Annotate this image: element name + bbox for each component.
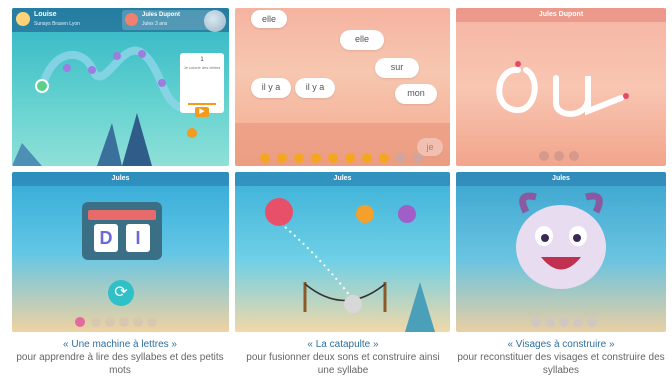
progress-flowers [235, 123, 450, 166]
play-button[interactable]: ▶ [195, 107, 209, 117]
tracing-area[interactable] [456, 8, 666, 166]
lesson-number: 1 [200, 57, 204, 63]
progress-bar [188, 103, 216, 105]
lesson-text: Je colorie des lettres [183, 65, 221, 70]
monster-face[interactable] [456, 172, 666, 332]
screenshot-catapult: Jules [235, 172, 450, 332]
screenshot-tracing: Jules Dupont ou [456, 8, 666, 166]
caption-title: « La catapulte » [307, 339, 379, 350]
caption-body: pour reconstituer des visages et constru… [457, 352, 665, 376]
caption-letter-machine: « Une machine à lettres » pour apprendre… [15, 338, 225, 377]
caption-catapult: « La catapulte » pour fusionner deux son… [238, 338, 448, 377]
progress-dots [75, 317, 157, 327]
screenshot-faces: Jules [456, 172, 666, 332]
caption-title: « Une machine à lettres » [63, 339, 177, 350]
caption-body: pour fusionner deux sons et construire a… [246, 352, 440, 376]
catapult-scene[interactable] [235, 172, 450, 332]
caption-title: « Visages à construire » [507, 339, 615, 350]
caption-body: pour apprendre à lire des syllabes et de… [16, 352, 224, 376]
caption-faces: « Visages à construire » pour reconstitu… [456, 338, 666, 377]
screenshot-clouds: elle elle sur il y a il y a mon je [235, 8, 450, 166]
screenshot-letter-machine: Jules D I ⟳ [12, 172, 229, 332]
screenshot-map: Louise Sunays Brasen Lyon Jules Dupont J… [12, 8, 229, 166]
lesson-card[interactable]: 1 Je colorie des lettres ▶ [180, 53, 224, 117]
